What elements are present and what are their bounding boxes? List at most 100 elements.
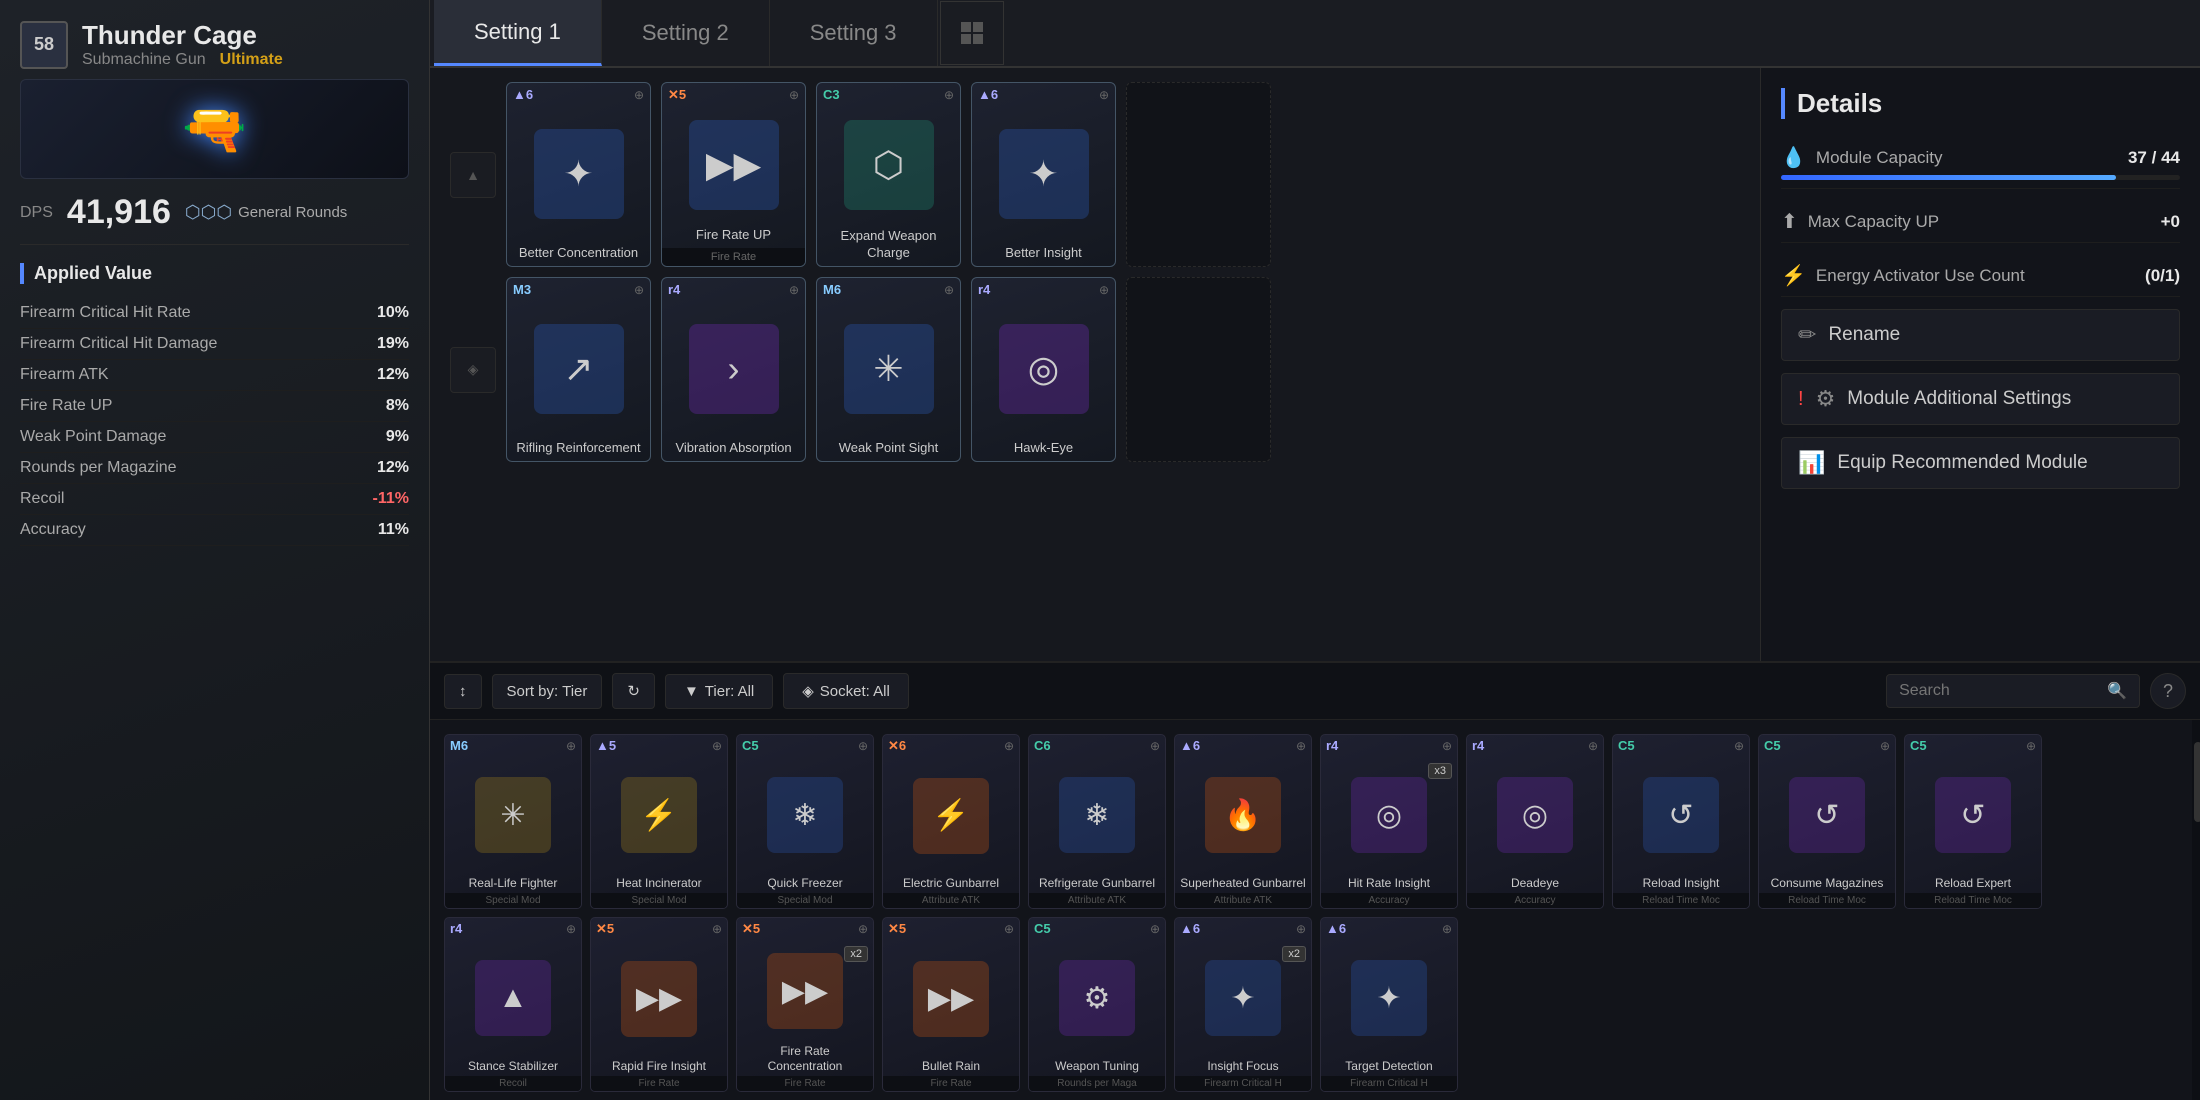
search-box[interactable]: 🔍 (1886, 674, 2140, 708)
refresh-button[interactable]: ↻ (612, 673, 655, 709)
empty-module-slot[interactable] (1126, 82, 1271, 267)
inventory-module-card[interactable]: r4⊕▲Stance StabilizerRecoil (444, 917, 582, 1092)
inventory-module-card[interactable]: ✕5⊕▶▶Bullet RainFire Rate (882, 917, 1020, 1092)
module-socket: ⊕ (634, 283, 644, 297)
tab-setting-3[interactable]: Setting 3 (770, 0, 938, 66)
inventory-module-card[interactable]: ▲6⊕✦Insight FocusFirearm Critical Hx2 (1174, 917, 1312, 1092)
help-button[interactable]: ? (2150, 673, 2186, 709)
module-card[interactable]: ▲6⊕✦Better Concentration (506, 82, 651, 267)
inventory-module-card[interactable]: C5⊕↺Consume MagazinesReload Time Moc (1758, 734, 1896, 909)
inventory-module-card[interactable]: ▲6⊕🔥Superheated GunbarrelAttribute ATK (1174, 734, 1312, 909)
inv-module-icon: ↺ (1643, 777, 1719, 853)
dps-value: 41,916 (67, 193, 171, 232)
inv-module-tier: ▲5 (596, 738, 616, 753)
module-card[interactable]: ✕5⊕▶▶Fire Rate UPFire Rate (661, 82, 806, 267)
module-icon: ◎ (999, 324, 1089, 414)
stat-row: Firearm Critical Hit Rate10% (20, 298, 409, 329)
max-cap-icon: ⬆ (1781, 209, 1798, 234)
stat-name: Firearm Critical Hit Rate (20, 304, 191, 322)
inventory-module-card[interactable]: ✕6⊕⚡Electric GunbarrelAttribute ATK (882, 734, 1020, 909)
inv-module-subtype: Reload Time Moc (1759, 893, 1895, 908)
inv-module-subtype: Special Mod (445, 893, 581, 908)
capacity-sep: / (2152, 148, 2161, 167)
module-icon: ▶▶ (689, 120, 779, 210)
inventory-module-card[interactable]: M6⊕✳Real-Life FighterSpecial Mod (444, 734, 582, 909)
alert-icon: ! (1798, 388, 1804, 411)
module-name: Weak Point Sight (833, 436, 944, 461)
sort-by-tier-button[interactable]: Sort by: Tier (492, 674, 603, 709)
stat-name: Firearm ATK (20, 366, 109, 384)
module-name: Better Insight (999, 241, 1088, 266)
inventory-module-card[interactable]: C5⊕❄Quick FreezerSpecial Mod (736, 734, 874, 909)
module-card[interactable]: r4⊕◎Hawk-Eye (971, 277, 1116, 462)
chart-icon: 📊 (1798, 450, 1825, 476)
tier-filter-button[interactable]: ▼ Tier: All (665, 674, 773, 709)
energy-icon: ⚡ (1781, 263, 1806, 288)
tab-setting-1[interactable]: Setting 1 (434, 0, 602, 66)
inv-module-name: Electric Gunbarrel (898, 874, 1004, 893)
inv-module-tier: C5 (1034, 921, 1051, 936)
equip-recommended-button[interactable]: 📊 Equip Recommended Module (1781, 437, 2180, 489)
scrollbar[interactable] (2192, 720, 2200, 1100)
module-card-top: r4⊕ (662, 278, 805, 301)
module-card-top: M6⊕ (817, 278, 960, 301)
module-icon: ✦ (999, 129, 1089, 219)
weapon-name: Thunder Cage (82, 20, 283, 51)
inventory-module-card[interactable]: ▲6⊕✦Target DetectionFirearm Critical H (1320, 917, 1458, 1092)
inv-module-socket: ⊕ (858, 739, 868, 753)
inventory-module-card[interactable]: C6⊕❄Refrigerate GunbarrelAttribute ATK (1028, 734, 1166, 909)
dps-label: DPS (20, 204, 53, 222)
inventory-module-card[interactable]: ✕5⊕▶▶Fire Rate ConcentrationFire Ratex2 (736, 917, 874, 1092)
inventory-module-card[interactable]: C5⊕↺Reload ExpertReload Time Moc (1904, 734, 2042, 909)
inv-module-socket: ⊕ (1442, 922, 1452, 936)
inv-module-name: Superheated Gunbarrel (1175, 874, 1310, 893)
module-subtype: Fire Rate (662, 248, 805, 266)
inv-module-subtype: Accuracy (1467, 893, 1603, 908)
inv-module-socket: ⊕ (1296, 739, 1306, 753)
inv-module-tier: C5 (742, 738, 759, 753)
stat-value: 19% (377, 335, 409, 353)
scrollbar-thumb (2194, 742, 2200, 822)
module-name: Expand Weapon Charge (817, 224, 960, 266)
inventory-module-card[interactable]: C5⊕⚙Weapon TuningRounds per Maga (1028, 917, 1166, 1092)
search-input[interactable] (1899, 682, 2099, 700)
module-card[interactable]: C3⊕⬡Expand Weapon Charge (816, 82, 961, 267)
inv-module-socket: ⊕ (1880, 739, 1890, 753)
ammo-icon: ⬡⬡⬡ (185, 202, 232, 223)
inv-module-tier: C6 (1034, 738, 1051, 753)
inv-module-tier: C5 (1618, 738, 1635, 753)
module-additional-settings-button[interactable]: ! ⚙ Module Additional Settings (1781, 373, 2180, 425)
socket-filter-button[interactable]: ◈ Socket: All (783, 673, 909, 709)
rename-button[interactable]: ✏ Rename (1781, 309, 2180, 361)
inventory-module-card[interactable]: r4⊕◎DeadeyeAccuracy (1466, 734, 1604, 909)
stat-row: Recoil-11% (20, 484, 409, 515)
stat-value: 8% (386, 397, 409, 415)
module-card-top: C3⊕ (817, 83, 960, 106)
sort-icon-btn[interactable]: ↕ (444, 674, 482, 709)
inv-module-subtype: Rounds per Maga (1029, 1076, 1165, 1091)
tab-setting-2[interactable]: Setting 2 (602, 0, 770, 66)
module-card-top: M3 ⊕ (507, 278, 650, 301)
inventory-module-card[interactable]: ▲5⊕⚡Heat IncineratorSpecial Mod (590, 734, 728, 909)
module-tier: r4 (668, 282, 680, 297)
empty-module-slot[interactable] (1126, 277, 1271, 462)
inv-module-subtype: Fire Rate (883, 1076, 1019, 1091)
inv-module-subtype: Attribute ATK (883, 893, 1019, 908)
module-icon: ✳ (844, 324, 934, 414)
module-card[interactable]: ▲6⊕✦Better Insight (971, 82, 1116, 267)
module-card[interactable]: M6⊕ ✳ Weak Point Sight (816, 277, 961, 462)
inventory-module-card[interactable]: C5⊕↺Reload InsightReload Time Moc (1612, 734, 1750, 909)
module-card[interactable]: r4⊕›Vibration Absorption (661, 277, 806, 462)
tier-filter-icon: ▼ (684, 683, 699, 700)
module-tier: M3 (513, 282, 531, 297)
capacity-progress-bar (1781, 175, 2180, 180)
inv-module-icon: ▶▶ (767, 953, 843, 1029)
inv-module-name: Rapid Fire Insight (607, 1057, 711, 1076)
module-card[interactable]: M3⊕↗Rifling Reinforcement (506, 277, 651, 462)
ammo-label: General Rounds (238, 204, 347, 221)
inventory-module-card[interactable]: r4⊕◎Hit Rate InsightAccuracyx3 (1320, 734, 1458, 909)
add-tab-button[interactable] (940, 1, 1004, 65)
inventory-module-card[interactable]: ✕5⊕▶▶Rapid Fire InsightFire Rate (590, 917, 728, 1092)
weapon-level: 58 (20, 21, 68, 69)
weapon-rarity: Ultimate (220, 51, 283, 69)
